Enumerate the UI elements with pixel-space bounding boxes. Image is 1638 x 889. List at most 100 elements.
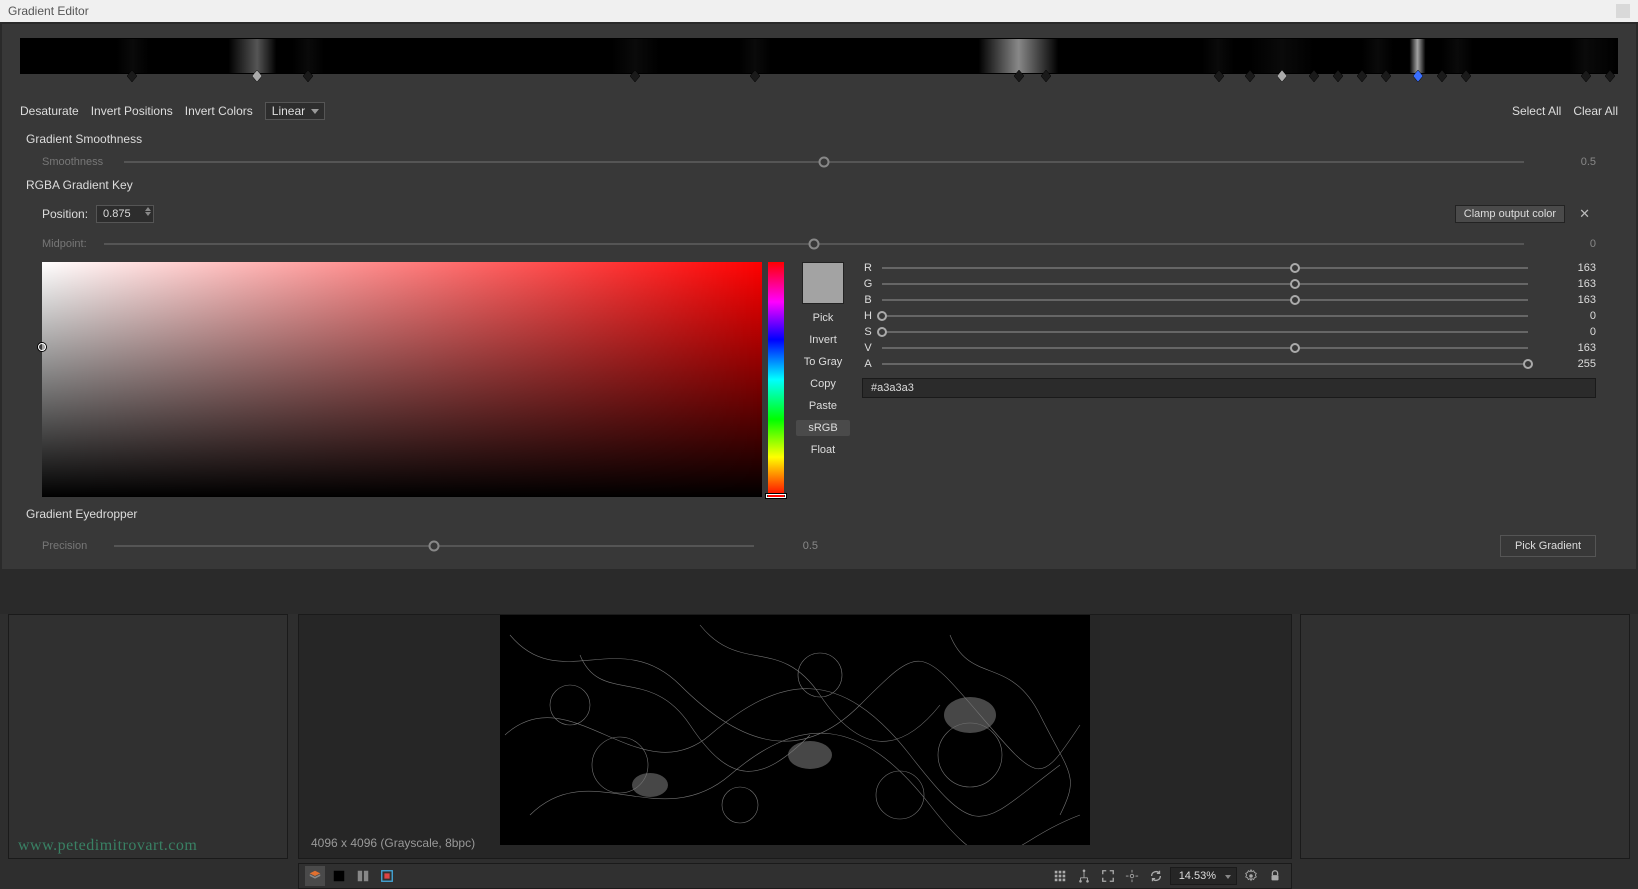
clamp-output-color-button[interactable]: Clamp output color bbox=[1455, 205, 1565, 223]
gradient-stop-handle[interactable] bbox=[1605, 70, 1615, 82]
lock-icon[interactable] bbox=[1265, 866, 1285, 886]
pick-gradient-button[interactable]: Pick Gradient bbox=[1500, 535, 1596, 557]
hex-input[interactable] bbox=[862, 378, 1596, 398]
channel-slider-a[interactable] bbox=[882, 363, 1528, 365]
channel-slider-b[interactable] bbox=[882, 299, 1528, 301]
invert-colors-button[interactable]: Invert Colors bbox=[185, 104, 253, 118]
gradient-stop-handle[interactable] bbox=[1309, 70, 1319, 82]
float-mode-button[interactable]: Float bbox=[796, 442, 850, 458]
remove-key-button[interactable]: ✕ bbox=[1573, 204, 1596, 224]
gradient-stop-handle[interactable] bbox=[1245, 70, 1255, 82]
gradient-stop-handle[interactable] bbox=[1461, 70, 1471, 82]
channel-label: S bbox=[862, 326, 874, 338]
midpoint-slider[interactable] bbox=[104, 243, 1524, 245]
canvas-info-text: 4096 x 4096 (Grayscale, 8bpc) bbox=[311, 836, 475, 850]
channel-sliders: R163G163B163H0S0V163A255 bbox=[862, 262, 1596, 398]
channel-row-b: B163 bbox=[862, 294, 1596, 306]
canvas-viewport[interactable]: 4096 x 4096 (Grayscale, 8bpc) bbox=[298, 614, 1292, 859]
srgb-mode-button[interactable]: sRGB bbox=[796, 420, 850, 436]
precision-label: Precision bbox=[42, 540, 102, 552]
channel-slider-thumb[interactable] bbox=[1290, 279, 1300, 289]
layers-icon[interactable] bbox=[305, 866, 325, 886]
gradient-stop-handle[interactable] bbox=[1333, 70, 1343, 82]
channel-slider-r[interactable] bbox=[882, 267, 1528, 269]
center-icon[interactable] bbox=[1122, 866, 1142, 886]
color-view-icon[interactable] bbox=[377, 866, 397, 886]
right-docked-panel bbox=[1300, 614, 1630, 859]
channel-slider-thumb[interactable] bbox=[1290, 295, 1300, 305]
smoothness-slider-row: Smoothness 0.5 bbox=[2, 150, 1636, 174]
channel-slider-v[interactable] bbox=[882, 347, 1528, 349]
gradient-preview-strip[interactable] bbox=[20, 38, 1618, 74]
gradient-stop-handle[interactable] bbox=[127, 70, 137, 82]
gradient-stop-handle[interactable] bbox=[1413, 70, 1423, 82]
interpolation-select[interactable]: Linear bbox=[265, 102, 325, 120]
smoothness-slider-thumb[interactable] bbox=[819, 157, 830, 168]
position-label: Position: bbox=[42, 207, 88, 221]
window-close-button[interactable] bbox=[1616, 4, 1630, 18]
gradient-stop-handle[interactable] bbox=[1581, 70, 1591, 82]
paste-color-button[interactable]: Paste bbox=[796, 398, 850, 414]
channel-slider-g[interactable] bbox=[882, 283, 1528, 285]
position-input-wrap bbox=[96, 205, 154, 223]
hue-cursor[interactable] bbox=[766, 494, 786, 498]
rgba-key-heading: RGBA Gradient Key bbox=[2, 174, 1636, 196]
gradient-stop-handle[interactable] bbox=[1357, 70, 1367, 82]
channel-slider-s[interactable] bbox=[882, 331, 1528, 333]
select-all-button[interactable]: Select All bbox=[1512, 104, 1561, 118]
saturation-value-box[interactable] bbox=[42, 262, 762, 497]
channel-slider-thumb[interactable] bbox=[1290, 263, 1300, 273]
fit-icon[interactable] bbox=[1098, 866, 1118, 886]
solid-view-icon[interactable] bbox=[329, 866, 349, 886]
hue-bar[interactable] bbox=[768, 262, 784, 497]
position-spinner[interactable] bbox=[145, 207, 151, 216]
smoothness-slider[interactable] bbox=[124, 161, 1524, 163]
channel-row-s: S0 bbox=[862, 326, 1596, 338]
hierarchy-icon[interactable] bbox=[1074, 866, 1094, 886]
gradient-stop-handle[interactable] bbox=[1277, 70, 1287, 82]
invert-positions-button[interactable]: Invert Positions bbox=[91, 104, 173, 118]
copy-color-button[interactable]: Copy bbox=[796, 376, 850, 392]
gradient-stop-handle[interactable] bbox=[1381, 70, 1391, 82]
channel-slider-h[interactable] bbox=[882, 315, 1528, 317]
gradient-stop-handle[interactable] bbox=[630, 70, 640, 82]
precision-slider[interactable] bbox=[114, 545, 754, 547]
pick-color-button[interactable]: Pick bbox=[796, 310, 850, 326]
gradient-stop-handle[interactable] bbox=[1041, 70, 1051, 82]
zoom-level-select[interactable]: 14.53% bbox=[1170, 867, 1237, 885]
gradient-stop-handle[interactable] bbox=[303, 70, 313, 82]
gradient-editor-panel: Desaturate Invert Positions Invert Color… bbox=[2, 24, 1636, 569]
window-titlebar: Gradient Editor bbox=[0, 0, 1638, 22]
channel-value: 0 bbox=[1536, 310, 1596, 322]
gradient-stop-handle[interactable] bbox=[1437, 70, 1447, 82]
grid-icon[interactable] bbox=[1050, 866, 1070, 886]
channel-slider-thumb[interactable] bbox=[1290, 343, 1300, 353]
precision-slider-thumb[interactable] bbox=[429, 541, 440, 552]
desaturate-button[interactable]: Desaturate bbox=[20, 104, 79, 118]
midpoint-slider-thumb[interactable] bbox=[809, 239, 820, 250]
channel-label: R bbox=[862, 262, 874, 274]
hex-row bbox=[862, 378, 1596, 398]
midpoint-value: 0 bbox=[1536, 238, 1596, 250]
position-row: Position: Clamp output color ✕ bbox=[2, 196, 1636, 232]
channel-slider-thumb[interactable] bbox=[877, 311, 887, 321]
gradient-stop-handle[interactable] bbox=[1214, 70, 1224, 82]
channel-slider-thumb[interactable] bbox=[877, 327, 887, 337]
sv-cursor[interactable] bbox=[38, 343, 46, 351]
settings-icon[interactable] bbox=[1241, 866, 1261, 886]
refresh-icon[interactable] bbox=[1146, 866, 1166, 886]
to-gray-button[interactable]: To Gray bbox=[796, 354, 850, 370]
gradient-stop-handle[interactable] bbox=[750, 70, 760, 82]
color-picker-area: Pick Invert To Gray Copy Paste sRGB Floa… bbox=[2, 256, 1636, 503]
channel-value: 163 bbox=[1536, 294, 1596, 306]
split-view-icon[interactable] bbox=[353, 866, 373, 886]
channel-value: 255 bbox=[1536, 358, 1596, 370]
channel-value: 163 bbox=[1536, 278, 1596, 290]
invert-color-button[interactable]: Invert bbox=[796, 332, 850, 348]
channel-slider-thumb[interactable] bbox=[1523, 359, 1533, 369]
clear-all-button[interactable]: Clear All bbox=[1573, 104, 1618, 118]
gradient-stop-handle[interactable] bbox=[252, 70, 262, 82]
gradient-stop-handle[interactable] bbox=[1014, 70, 1024, 82]
channel-label: V bbox=[862, 342, 874, 354]
channel-row-g: G163 bbox=[862, 278, 1596, 290]
